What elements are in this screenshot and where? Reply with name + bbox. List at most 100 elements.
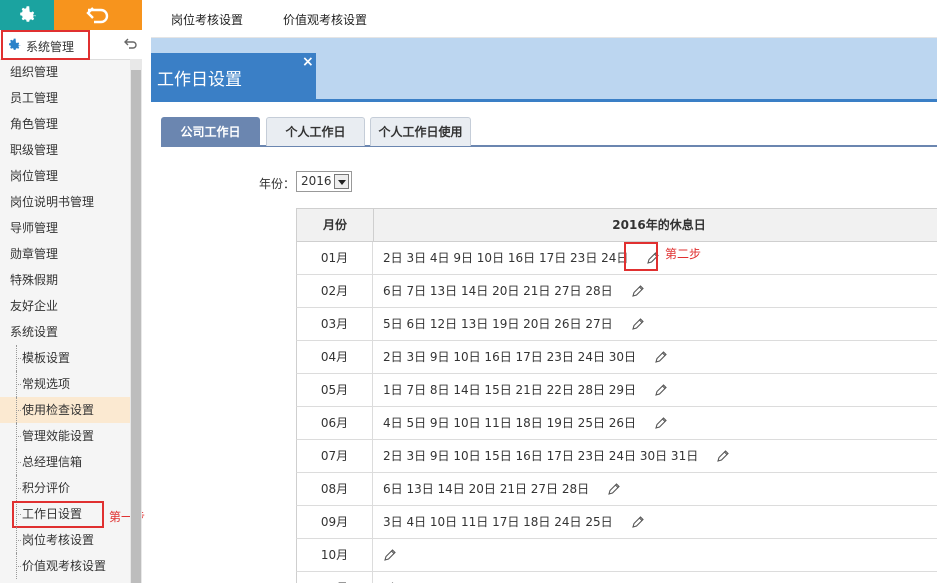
sidebar-subitem[interactable]: 积分评价 bbox=[0, 475, 130, 501]
sidebar-subitem[interactable]: 价值观考核设置 bbox=[0, 553, 130, 579]
sidebar-top-buttons bbox=[0, 0, 142, 30]
table-header: 月份 2016年的休息日 bbox=[296, 208, 937, 242]
rest-days-cell: 2日 3日 4日 9日 10日 16日 17日 23日 24日 bbox=[383, 242, 660, 274]
tab-company-workday[interactable]: 公司工作日 bbox=[161, 117, 260, 146]
pencil-icon[interactable] bbox=[654, 350, 668, 364]
sidebar-subitem[interactable]: 管理效能设置 bbox=[0, 423, 130, 449]
sidebar-item[interactable]: 特殊假期 bbox=[0, 267, 130, 293]
sidebar-item[interactable]: 导师管理 bbox=[0, 215, 130, 241]
holiday-table: 月份 2016年的休息日 01月 2日 3日 4日 9日 10日 16日 17日 … bbox=[296, 208, 937, 583]
rest-days-cell: 4日 5日 9日 10日 11日 18日 19日 25日 26日 bbox=[383, 407, 668, 439]
sidebar-item[interactable]: 组织管理 bbox=[0, 59, 130, 85]
table-row: 10月 bbox=[296, 539, 937, 572]
chevron-down-icon[interactable] bbox=[334, 174, 349, 189]
close-icon[interactable]: × bbox=[302, 54, 314, 70]
sidebar-subitem[interactable]: 常规选项 bbox=[0, 371, 130, 397]
settings-button[interactable] bbox=[0, 0, 54, 30]
rest-days-cell: 2日 3日 9日 10日 16日 17日 23日 24日 30日 bbox=[383, 341, 668, 373]
pencil-icon[interactable] bbox=[607, 482, 621, 496]
system-management-title: 系统管理 bbox=[26, 40, 75, 54]
month-cell: 05月 bbox=[297, 374, 373, 406]
tab-personal-workday[interactable]: 个人工作日 bbox=[266, 117, 365, 146]
rest-days-cell: 5日 6日 12日 13日 19日 20日 26日 27日 bbox=[383, 308, 645, 340]
sidebar-menu: 组织管理 员工管理 角色管理 职级管理 岗位管理 岗位说明书管理 导师管理 勋章… bbox=[0, 59, 130, 579]
year-value: 2016 bbox=[301, 174, 332, 188]
sidebar-item-system-settings[interactable]: 系统设置 bbox=[0, 319, 130, 345]
rest-days-cell bbox=[383, 572, 397, 583]
rest-days-text: 6日 13日 14日 20日 21日 27日 28日 bbox=[383, 482, 590, 496]
month-cell: 11月 bbox=[297, 572, 373, 583]
month-cell: 07月 bbox=[297, 440, 373, 472]
pencil-icon[interactable] bbox=[631, 515, 645, 529]
header-month: 月份 bbox=[297, 209, 374, 242]
subtab-bar: 公司工作日 个人工作日 个人工作日使用 bbox=[161, 117, 937, 147]
month-cell: 09月 bbox=[297, 506, 373, 538]
pencil-icon[interactable] bbox=[383, 548, 397, 562]
sidebar-subitem[interactable]: 岗位考核设置 bbox=[0, 527, 130, 553]
tab-personal-workday-usage[interactable]: 个人工作日使用 bbox=[370, 117, 471, 146]
top-nav-tab[interactable]: 岗位考核设置 bbox=[171, 11, 243, 28]
table-row: 03月 5日 6日 12日 13日 19日 20日 26日 27日 bbox=[296, 308, 937, 341]
header-rest-days: 2016年的休息日 bbox=[612, 218, 706, 232]
month-cell: 03月 bbox=[297, 308, 373, 340]
rest-days-text: 5日 6日 12日 13日 19日 20日 26日 27日 bbox=[383, 317, 613, 331]
table-row: 05月 1日 7日 8日 14日 15日 21日 22日 28日 29日 bbox=[296, 374, 937, 407]
sidebar-item[interactable]: 友好企业 bbox=[0, 293, 130, 319]
system-management-header[interactable]: 系统管理 bbox=[0, 30, 142, 60]
sidebar-item[interactable]: 员工管理 bbox=[0, 85, 130, 111]
sidebar-subitem-usage-check[interactable]: 使用检查设置 bbox=[0, 397, 130, 423]
rest-days-cell: 6日 7日 13日 14日 20日 21日 27日 28日 bbox=[383, 275, 645, 307]
gear-icon bbox=[9, 38, 21, 50]
gear-icon bbox=[20, 6, 36, 22]
rest-days-cell: 3日 4日 10日 11日 17日 18日 24日 25日 bbox=[383, 506, 645, 538]
year-select[interactable]: 2016 bbox=[296, 171, 352, 192]
table-row: 07月 2日 3日 9日 10日 15日 16日 17日 23日 24日 30日 … bbox=[296, 440, 937, 473]
undo-icon[interactable] bbox=[124, 38, 138, 50]
app-root: 系统管理 组织管理 员工管理 角色管理 职级管理 岗位管理 岗位说明书管理 导师… bbox=[0, 0, 937, 583]
top-nav: 岗位考核设置 价值观考核设置 bbox=[151, 0, 937, 38]
sidebar-subitem[interactable]: 总经理信箱 bbox=[0, 449, 130, 475]
month-cell: 08月 bbox=[297, 473, 373, 505]
top-nav-tab[interactable]: 价值观考核设置 bbox=[283, 11, 367, 28]
month-cell: 01月 bbox=[297, 242, 373, 274]
sidebar-scrollbar-thumb[interactable] bbox=[131, 70, 141, 583]
pencil-icon[interactable] bbox=[631, 317, 645, 331]
rest-days-cell: 2日 3日 9日 10日 15日 16日 17日 23日 24日 30日 31日 bbox=[383, 440, 730, 472]
year-label: 年份： bbox=[259, 177, 296, 191]
sidebar-item[interactable]: 岗位管理 bbox=[0, 163, 130, 189]
sidebar: 系统管理 组织管理 员工管理 角色管理 职级管理 岗位管理 岗位说明书管理 导师… bbox=[0, 0, 145, 583]
rest-days-text: 2日 3日 4日 9日 10日 16日 17日 23日 24日 bbox=[383, 251, 629, 265]
pencil-icon[interactable] bbox=[654, 416, 668, 430]
table-row: 06月 4日 5日 9日 10日 11日 18日 19日 25日 26日 bbox=[296, 407, 937, 440]
sidebar-item[interactable]: 角色管理 bbox=[0, 111, 130, 137]
table-row: 01月 2日 3日 4日 9日 10日 16日 17日 23日 24日 第二步 bbox=[296, 242, 937, 275]
pencil-icon[interactable] bbox=[631, 284, 645, 298]
pencil-icon[interactable] bbox=[654, 383, 668, 397]
table-row: 08月 6日 13日 14日 20日 21日 27日 28日 bbox=[296, 473, 937, 506]
month-cell: 04月 bbox=[297, 341, 373, 373]
rest-days-cell bbox=[383, 539, 397, 571]
annotation-box-edit bbox=[624, 242, 658, 271]
sidebar-item[interactable]: 职级管理 bbox=[0, 137, 130, 163]
rest-days-text: 4日 5日 9日 10日 11日 18日 19日 25日 26日 bbox=[383, 416, 637, 430]
month-cell: 02月 bbox=[297, 275, 373, 307]
rest-days-text: 2日 3日 9日 10日 16日 17日 23日 24日 30日 bbox=[383, 350, 637, 364]
sidebar-subitem[interactable]: 模板设置 bbox=[0, 345, 130, 371]
rest-days-cell: 1日 7日 8日 14日 15日 21日 22日 28日 29日 bbox=[383, 374, 668, 406]
rest-days-text: 6日 7日 13日 14日 20日 21日 27日 28日 bbox=[383, 284, 613, 298]
rest-days-cell: 6日 13日 14日 20日 21日 27日 28日 bbox=[383, 473, 621, 505]
sidebar-item[interactable]: 岗位说明书管理 bbox=[0, 189, 130, 215]
rest-days-text: 3日 4日 10日 11日 17日 18日 24日 25日 bbox=[383, 515, 613, 529]
sidebar-item[interactable]: 勋章管理 bbox=[0, 241, 130, 267]
rest-days-text: 2日 3日 9日 10日 15日 16日 17日 23日 24日 30日 31日 bbox=[383, 449, 699, 463]
table-body: 01月 2日 3日 4日 9日 10日 16日 17日 23日 24日 第二步 02月… bbox=[296, 242, 937, 583]
table-row: 02月 6日 7日 13日 14日 20日 21日 27日 28日 bbox=[296, 275, 937, 308]
month-cell: 06月 bbox=[297, 407, 373, 439]
table-row: 09月 3日 4日 10日 11日 17日 18日 24日 25日 bbox=[296, 506, 937, 539]
rest-days-text: 1日 7日 8日 14日 15日 21日 22日 28日 29日 bbox=[383, 383, 637, 397]
pencil-icon[interactable] bbox=[716, 449, 730, 463]
panel-title: 工作日设置 bbox=[157, 70, 242, 90]
annotation-box-workday bbox=[12, 501, 104, 528]
back-button[interactable] bbox=[54, 0, 142, 30]
back-arrow-icon bbox=[86, 7, 109, 24]
